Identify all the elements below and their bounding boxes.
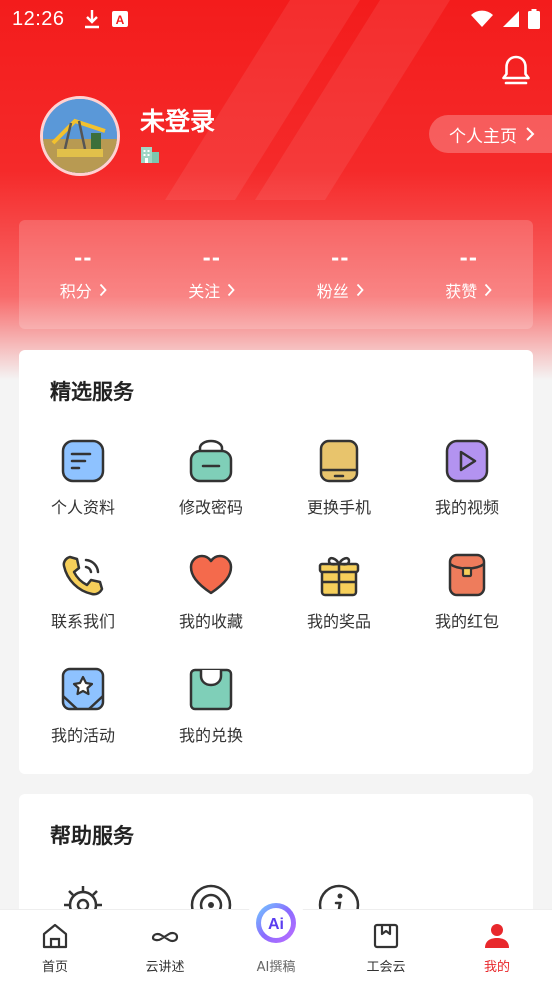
- username[interactable]: 未登录: [140, 102, 215, 138]
- home-icon: [42, 923, 68, 949]
- homepage-label: 个人主页: [449, 126, 517, 147]
- tab-label: 云讲述: [145, 960, 185, 975]
- stat-value: --: [73, 246, 93, 270]
- status-bar: 12:26 A: [0, 0, 552, 38]
- stat-value: --: [459, 246, 479, 270]
- service-prizes[interactable]: 我的奖品: [275, 552, 403, 632]
- tab-cloud-talk[interactable]: 云讲述: [110, 910, 220, 983]
- service-label: 联系我们: [50, 612, 115, 631]
- stat-value: --: [330, 246, 350, 270]
- bookmark-icon: [373, 923, 399, 949]
- person-icon: [485, 924, 509, 948]
- stat-label: 积分: [59, 282, 92, 301]
- red-envelope-icon: [448, 553, 486, 597]
- chevron-right-icon: [356, 283, 364, 297]
- service-label: 我的视频: [434, 498, 499, 517]
- lock-icon: [189, 439, 233, 483]
- tab-label: 首页: [41, 960, 68, 975]
- chevron-right-icon: [228, 283, 235, 297]
- stat-fans[interactable]: -- 粉丝: [276, 220, 405, 329]
- service-label: 我的红包: [434, 612, 499, 631]
- stat-label: 获赞: [445, 282, 478, 301]
- homepage-button[interactable]: 个人主页: [429, 115, 552, 153]
- stat-likes[interactable]: -- 获赞: [405, 220, 534, 329]
- stat-label: 粉丝: [316, 282, 349, 301]
- service-exchanges[interactable]: 我的兑换: [147, 666, 275, 746]
- avatar[interactable]: [40, 96, 120, 176]
- bell-icon[interactable]: [500, 54, 532, 88]
- service-label: 我的兑换: [178, 726, 243, 745]
- video-icon: [445, 439, 489, 483]
- profile-doc-icon: [61, 439, 105, 483]
- service-activities[interactable]: 我的活动: [19, 666, 147, 746]
- service-favorites[interactable]: 我的收藏: [147, 552, 275, 632]
- signal-icon: [503, 11, 519, 27]
- service-label: 我的收藏: [178, 612, 243, 631]
- svg-text:Ai: Ai: [268, 916, 284, 933]
- featured-services-card: 精选服务 个人资料 修改密码 更换手机 我的视频 联系我们 我的收藏 我的奖品 …: [19, 350, 533, 774]
- stats-bar: -- 积分 -- 关注 -- 粉丝 -- 获赞: [19, 220, 533, 329]
- service-label: 个人资料: [50, 498, 115, 517]
- service-change-phone[interactable]: 更换手机: [275, 438, 403, 518]
- wifi-icon: [471, 10, 493, 27]
- stat-label: 关注: [188, 282, 221, 301]
- stat-points[interactable]: -- 积分: [19, 220, 148, 329]
- service-label: 更换手机: [306, 498, 371, 517]
- tab-union-cloud[interactable]: 工会云: [331, 910, 441, 983]
- tab-label: AI撰稿: [256, 960, 296, 975]
- service-contact-us[interactable]: 联系我们: [19, 552, 147, 632]
- section-title: 帮助服务: [50, 824, 134, 848]
- heart-icon: [189, 554, 233, 595]
- tab-mine[interactable]: 我的: [442, 910, 552, 983]
- tab-home[interactable]: 首页: [0, 910, 110, 983]
- gift-icon: [318, 556, 360, 597]
- battery-icon: [528, 9, 540, 29]
- ai-writing-button[interactable]: Ai: [246, 893, 306, 953]
- shopping-bag-icon: [189, 668, 233, 711]
- service-label: 我的奖品: [306, 612, 371, 631]
- chevron-right-icon: [526, 127, 535, 141]
- chevron-right-icon: [99, 283, 107, 297]
- chevron-right-icon: [485, 283, 492, 297]
- a-box-icon: A: [111, 11, 128, 27]
- stat-following[interactable]: -- 关注: [148, 220, 277, 329]
- service-profile[interactable]: 个人资料: [19, 438, 147, 518]
- svg-text:A: A: [115, 13, 124, 27]
- stat-value: --: [202, 246, 222, 270]
- tab-label: 工会云: [366, 960, 406, 975]
- service-label: 我的活动: [50, 726, 115, 745]
- service-change-password[interactable]: 修改密码: [147, 438, 275, 518]
- service-red-envelope[interactable]: 我的红包: [403, 552, 531, 632]
- ai-icon: Ai: [256, 903, 296, 943]
- building-icon: [141, 147, 159, 163]
- download-icon: [84, 10, 99, 29]
- cloud-talk-icon: [151, 931, 179, 943]
- section-title: 精选服务: [50, 380, 134, 404]
- phone-icon: [319, 439, 359, 483]
- service-label: 修改密码: [178, 498, 243, 517]
- status-time: 12:26: [12, 7, 65, 30]
- activity-icon: [61, 667, 105, 711]
- tab-label: 我的: [483, 960, 510, 975]
- service-my-videos[interactable]: 我的视频: [403, 438, 531, 518]
- call-icon: [62, 555, 104, 596]
